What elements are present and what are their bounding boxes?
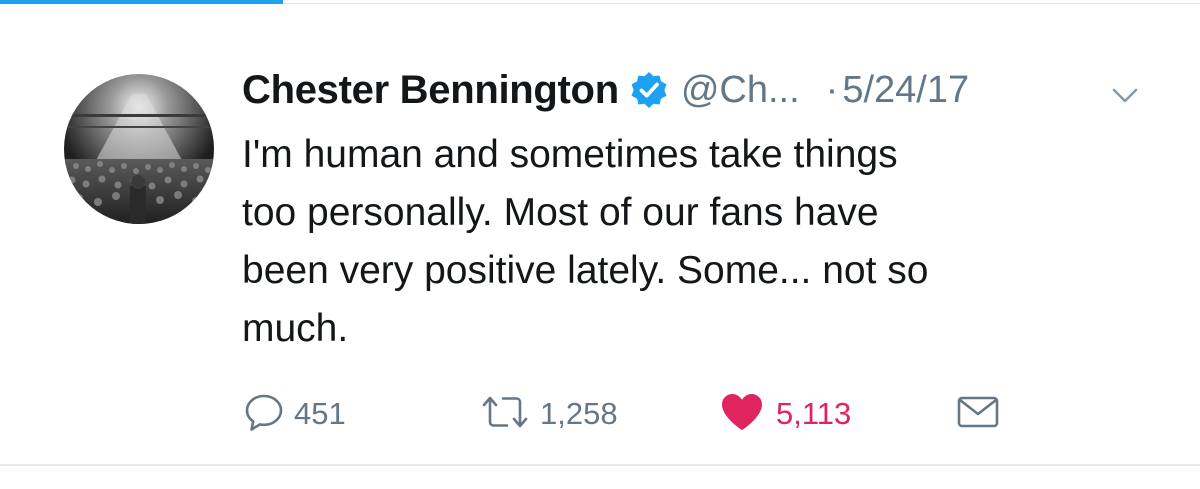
verified-badge-icon	[629, 70, 669, 110]
display-name[interactable]: Chester Bennington	[242, 68, 619, 113]
avatar[interactable]	[64, 74, 214, 224]
tweet-text: I'm human and sometimes take things too …	[242, 133, 929, 350]
reply-button[interactable]: 451	[242, 388, 346, 440]
reply-icon	[242, 390, 286, 439]
like-button[interactable]: 5,113	[718, 388, 851, 440]
tweet-card[interactable]: Chester Bennington @Ch... · 5/24/17 I'm …	[0, 30, 1200, 460]
bottom-divider	[0, 464, 1200, 466]
user-handle[interactable]: @Ch...	[681, 69, 800, 112]
tweet-actions: 451 1,258 5,113	[242, 388, 1142, 440]
heart-icon	[718, 390, 766, 439]
retweet-count: 1,258	[540, 396, 618, 431]
retweet-button[interactable]: 1,258	[478, 388, 618, 440]
concert-crowd-avatar-icon	[64, 74, 214, 224]
like-count: 5,113	[776, 396, 852, 431]
tweet-header: Chester Bennington @Ch... · 5/24/17	[242, 64, 969, 116]
header-separator: ·	[825, 68, 839, 111]
reply-count: 451	[294, 396, 346, 431]
direct-message-button[interactable]	[954, 388, 1002, 440]
tweet-timestamp[interactable]: 5/24/17	[842, 69, 969, 112]
active-tab-indicator	[0, 0, 283, 4]
envelope-icon	[954, 390, 1002, 439]
chevron-down-icon[interactable]	[1110, 80, 1140, 110]
retweet-icon	[478, 390, 532, 439]
